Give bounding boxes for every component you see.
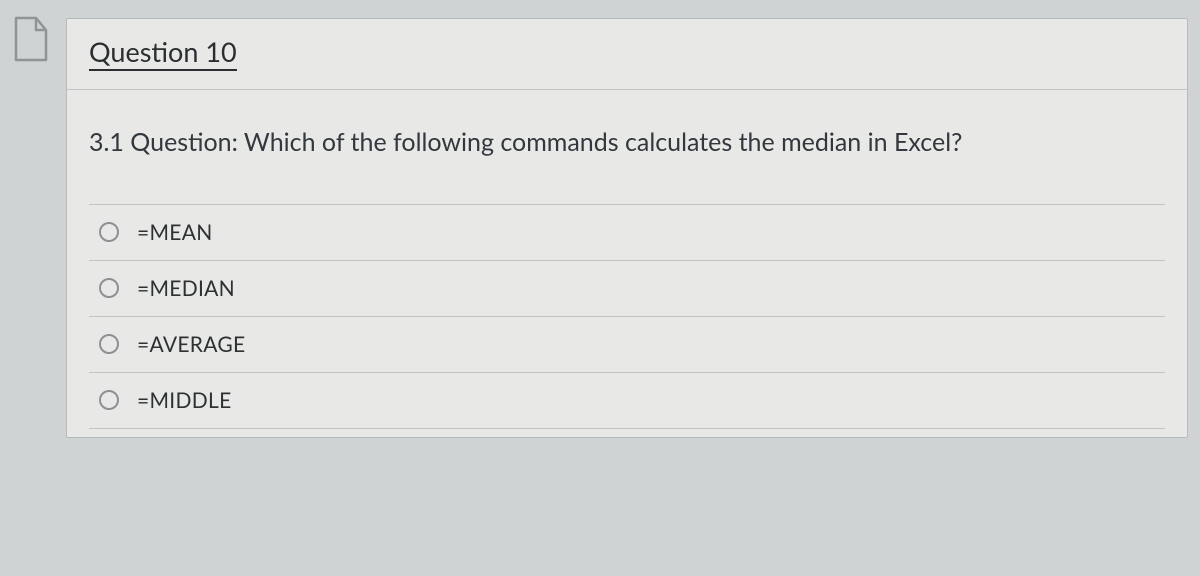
options-list: =MEAN =MEDIAN =AVERAGE =MIDDLE — [89, 204, 1165, 429]
option-label: =MIDDLE — [137, 388, 232, 413]
document-icon — [12, 16, 50, 62]
radio-icon[interactable] — [99, 222, 119, 242]
question-text: 3.1 Question: Which of the following com… — [89, 126, 1165, 160]
option-label: =MEDIAN — [137, 276, 235, 301]
question-wrapper: Question 10 3.1 Question: Which of the f… — [12, 18, 1188, 576]
radio-icon[interactable] — [99, 390, 119, 410]
option-middle[interactable]: =MIDDLE — [89, 373, 1165, 429]
option-average[interactable]: =AVERAGE — [89, 317, 1165, 373]
question-card: Question 10 3.1 Question: Which of the f… — [66, 18, 1188, 438]
option-median[interactable]: =MEDIAN — [89, 261, 1165, 317]
question-header: Question 10 — [67, 19, 1187, 90]
radio-icon[interactable] — [99, 278, 119, 298]
option-label: =AVERAGE — [137, 332, 245, 357]
question-title: Question 10 — [89, 35, 237, 71]
radio-icon[interactable] — [99, 334, 119, 354]
question-body: 3.1 Question: Which of the following com… — [67, 90, 1187, 437]
option-mean[interactable]: =MEAN — [89, 205, 1165, 261]
option-label: =MEAN — [137, 220, 213, 245]
